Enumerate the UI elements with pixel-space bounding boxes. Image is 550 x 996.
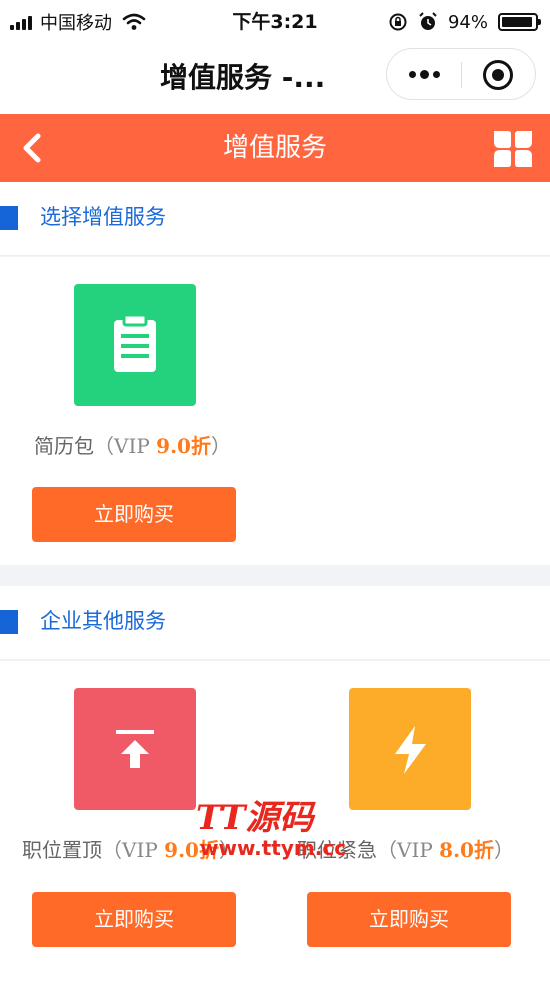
battery-icon — [498, 13, 541, 31]
battery-percent: 94% — [447, 11, 488, 33]
vip-suffix: ） — [218, 838, 239, 862]
battery-fill — [502, 17, 533, 27]
buy-button-resume-pack[interactable]: 立即购买 — [32, 487, 236, 542]
vip-suffix: ） — [210, 434, 231, 458]
buy-button-job-urgent[interactable]: 立即购买 — [307, 892, 511, 947]
section-header-value-added: 选择增值服务 — [0, 182, 550, 256]
service-card-job-pin-top[interactable] — [74, 688, 196, 810]
section-header-enterprise: 企业其他服务 — [0, 586, 550, 660]
service-label-resume-pack: 简历包（VIP 9.0折） — [34, 432, 231, 460]
buy-button-job-pin-top[interactable]: 立即购买 — [32, 892, 236, 947]
section-title: 选择增值服务 — [40, 205, 166, 229]
vip-discount: 8.0折 — [439, 838, 494, 862]
page-header: 增值服务 — [0, 114, 550, 182]
vip-prefix: （VIP — [377, 838, 440, 862]
section-title: 企业其他服务 — [40, 609, 166, 633]
service-label-job-pin-top: 职位置顶（VIP 9.0折） — [22, 836, 239, 864]
menu-grid-icon[interactable] — [490, 127, 536, 171]
lightning-icon — [395, 726, 426, 774]
section-body-enterprise: 职位置顶（VIP 9.0折） 职位紧急（VIP 8.0折） 立即购买 立即购买 — [0, 661, 550, 996]
service-card-job-urgent[interactable] — [349, 688, 471, 810]
status-right: 94% — [388, 10, 541, 34]
vip-prefix: （VIP — [102, 838, 165, 862]
rotation-lock-icon — [389, 13, 407, 31]
nav-bar: 增值服务 -... — [0, 44, 550, 114]
service-label-job-urgent: 职位紧急（VIP 8.0折） — [297, 836, 514, 864]
service-card-resume-pack[interactable] — [74, 284, 196, 406]
alarm-icon — [419, 12, 437, 30]
nav-title: 增值服务 -... — [160, 61, 326, 94]
section-marker — [0, 610, 18, 634]
vip-prefix: （VIP — [94, 434, 157, 458]
vip-suffix: ） — [493, 838, 514, 862]
section-marker — [0, 206, 18, 230]
section-body-value-added: 简历包（VIP 9.0折） 立即购买 — [0, 257, 550, 565]
vip-discount: 9.0折 — [164, 838, 219, 862]
service-name: 职位置顶 — [22, 838, 102, 862]
close-miniprogram-icon[interactable] — [483, 60, 513, 90]
capsule-menu — [386, 48, 536, 100]
capsule-divider — [461, 62, 462, 88]
more-icon[interactable] — [387, 49, 461, 99]
vip-discount: 9.0折 — [156, 434, 211, 458]
service-name: 职位紧急 — [297, 838, 377, 862]
pin-top-icon — [116, 730, 154, 768]
service-name: 简历包 — [34, 434, 94, 458]
clipboard-icon — [114, 313, 156, 372]
status-bar: 中国移动 下午3:21 94% — [0, 0, 550, 44]
header-title: 增值服务 — [222, 133, 327, 163]
